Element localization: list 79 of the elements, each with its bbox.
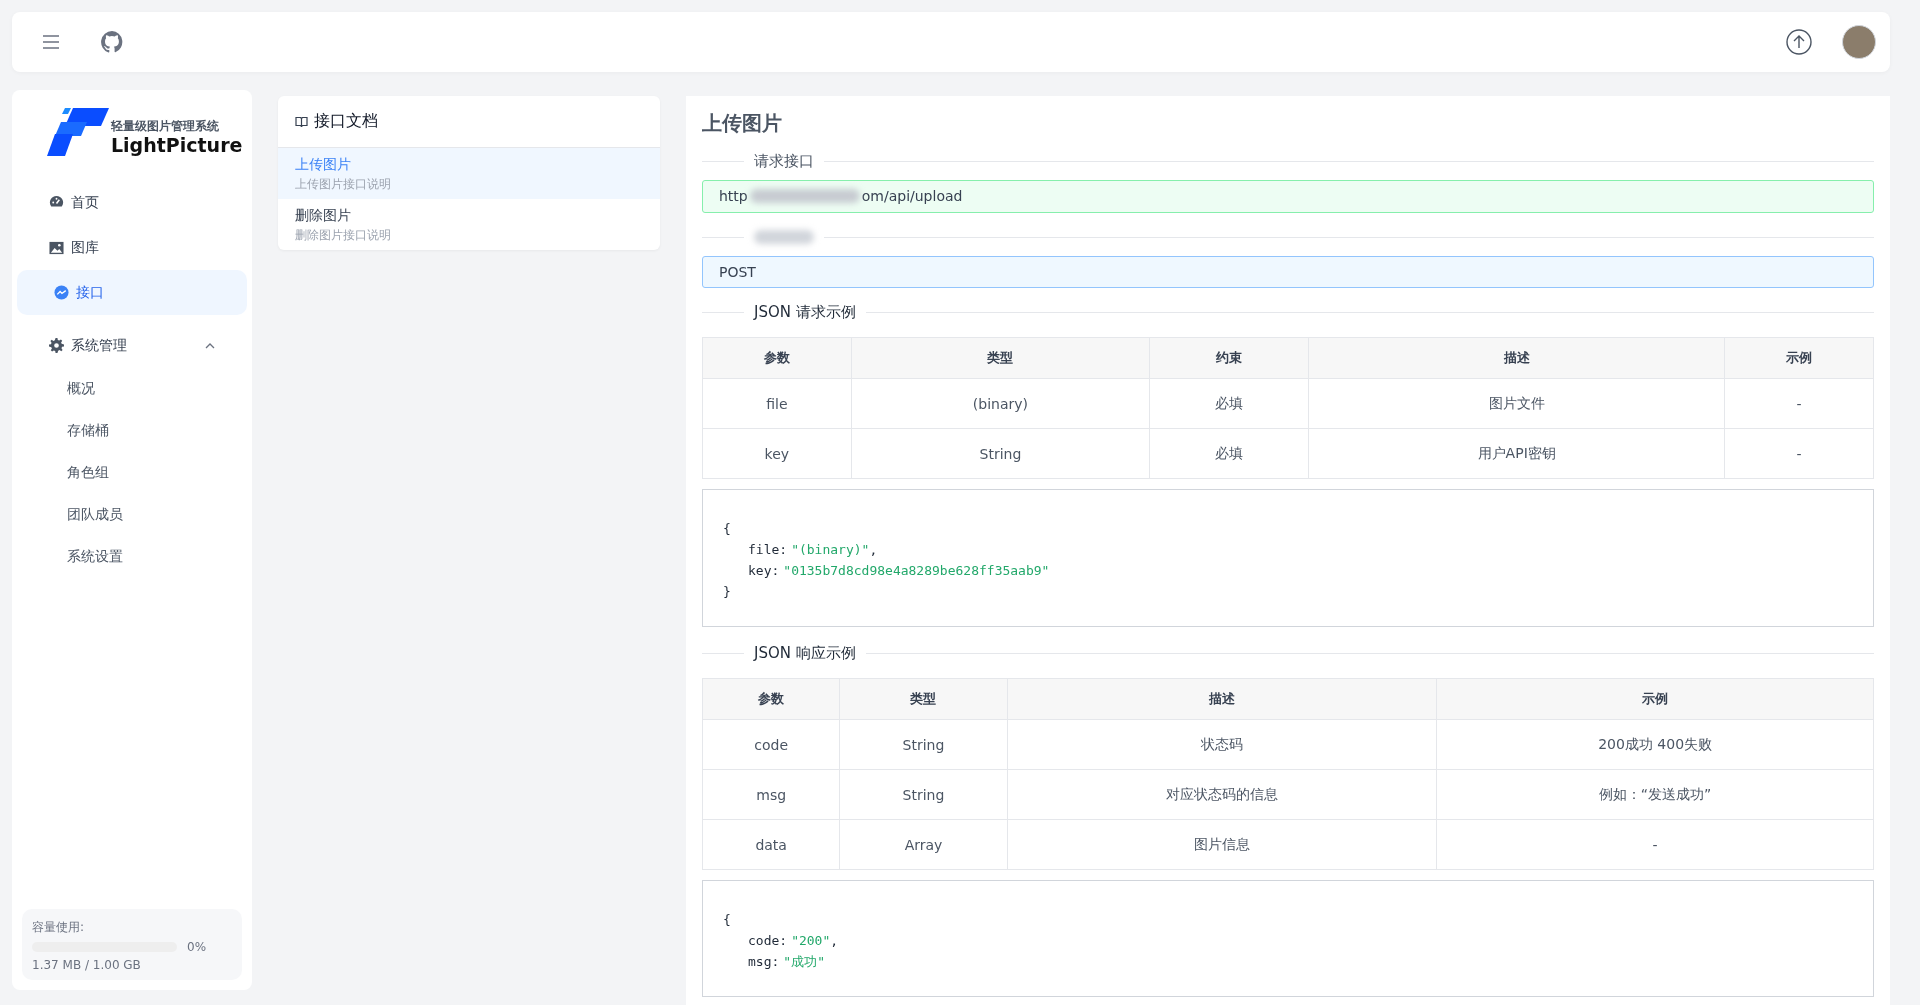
gear-icon bbox=[49, 338, 64, 353]
code-string: "200" bbox=[791, 933, 831, 948]
storage-percent: 0% bbox=[187, 940, 207, 954]
table-cell: 图片文件 bbox=[1308, 378, 1725, 429]
table-cell: msg bbox=[702, 769, 840, 820]
table-cell: code bbox=[702, 719, 840, 770]
page-title: 上传图片 bbox=[702, 110, 783, 137]
field-text: POST bbox=[719, 263, 756, 280]
code-brace: { bbox=[723, 521, 731, 537]
storage-usage: 1.37 MB / 1.00 GB bbox=[32, 958, 142, 972]
table-cell: file bbox=[702, 378, 852, 429]
column-header: 类型 bbox=[839, 678, 1008, 720]
code-key: msg: bbox=[748, 954, 780, 969]
table-cell: key bbox=[702, 428, 852, 479]
section-label: 请求接口 bbox=[754, 151, 814, 171]
submenu-item[interactable]: 系统设置 bbox=[17, 536, 247, 578]
column-header: 描述 bbox=[1308, 337, 1725, 379]
code-key: code: bbox=[748, 933, 788, 948]
table-cell: Array bbox=[839, 819, 1008, 870]
upload-icon[interactable] bbox=[1786, 29, 1812, 55]
image-icon bbox=[49, 240, 64, 255]
nav-item[interactable]: 接口 bbox=[17, 270, 247, 315]
column-header: 描述 bbox=[1007, 678, 1437, 720]
logo-name: LightPicture bbox=[111, 135, 243, 156]
table-cell: 必填 bbox=[1149, 428, 1309, 479]
code-punctuation: , bbox=[869, 542, 878, 558]
table-cell: String bbox=[839, 719, 1008, 770]
column-header: 约束 bbox=[1149, 337, 1309, 379]
table-cell: 例如：“发送成功” bbox=[1436, 769, 1874, 820]
section-label: JSON 请求示例 bbox=[754, 303, 856, 323]
column-header: 类型 bbox=[851, 337, 1150, 379]
code-string: "0135b7d8cd98e4a8289be628ff35aab9" bbox=[783, 563, 1050, 579]
column-header: 示例 bbox=[1436, 678, 1874, 720]
column-header: 参数 bbox=[702, 337, 852, 379]
table-cell: data bbox=[702, 819, 840, 870]
logo-subtitle: 轻量级图片管理系统 bbox=[111, 118, 220, 136]
docs-title: 接口文档 bbox=[314, 111, 378, 132]
table-cell: - bbox=[1724, 378, 1874, 429]
book-icon bbox=[295, 116, 308, 127]
menu-group[interactable]: 系统管理 bbox=[17, 323, 247, 368]
blurred-label bbox=[754, 230, 814, 245]
table-cell: 200成功 400失败 bbox=[1436, 719, 1874, 770]
code-brace: { bbox=[723, 912, 731, 927]
table-cell: 状态码 bbox=[1007, 719, 1437, 770]
code-key: key: bbox=[748, 563, 780, 579]
table-cell: 用户API密钥 bbox=[1308, 428, 1725, 479]
logo-icon bbox=[47, 108, 109, 156]
code-brace: } bbox=[723, 584, 731, 600]
submenu-item[interactable]: 概况 bbox=[17, 368, 247, 410]
table-cell: 图片信息 bbox=[1007, 819, 1437, 870]
chat-bubble-icon bbox=[54, 285, 69, 300]
storage-label: 容量使用: bbox=[32, 919, 86, 936]
nav-item[interactable]: 图库 bbox=[17, 225, 247, 270]
table-cell: 对应状态码的信息 bbox=[1007, 769, 1437, 820]
avatar[interactable] bbox=[1842, 25, 1876, 59]
table-cell: - bbox=[1724, 428, 1874, 479]
field-text: om/api/upload bbox=[861, 188, 963, 205]
nav-item[interactable]: 首页 bbox=[17, 180, 247, 225]
code-string: "(binary)" bbox=[791, 542, 870, 558]
doc-item[interactable]: 上传图片 上传图片接口说明 bbox=[278, 148, 660, 199]
menu-icon[interactable] bbox=[42, 35, 60, 49]
code-key: file: bbox=[748, 542, 788, 558]
table-cell: - bbox=[1436, 819, 1874, 870]
section-label: JSON 响应示例 bbox=[754, 644, 856, 664]
submenu-item[interactable]: 存储桶 bbox=[17, 410, 247, 452]
submenu-item[interactable]: 团队成员 bbox=[17, 494, 247, 536]
table-cell: String bbox=[851, 428, 1150, 479]
cat-logo-icon[interactable] bbox=[100, 30, 124, 54]
code-string: "成功" bbox=[783, 954, 825, 969]
code-punctuation: , bbox=[830, 933, 839, 948]
table-cell: 必填 bbox=[1149, 378, 1309, 429]
column-header: 参数 bbox=[702, 678, 840, 720]
chevron-icon bbox=[205, 342, 215, 349]
field-text: http bbox=[719, 188, 748, 205]
table-cell: (binary) bbox=[851, 378, 1150, 429]
doc-item[interactable]: 删除图片 删除图片接口说明 bbox=[278, 199, 660, 250]
column-header: 示例 bbox=[1724, 337, 1874, 379]
submenu-item[interactable]: 角色组 bbox=[17, 452, 247, 494]
table-cell: String bbox=[839, 769, 1008, 820]
